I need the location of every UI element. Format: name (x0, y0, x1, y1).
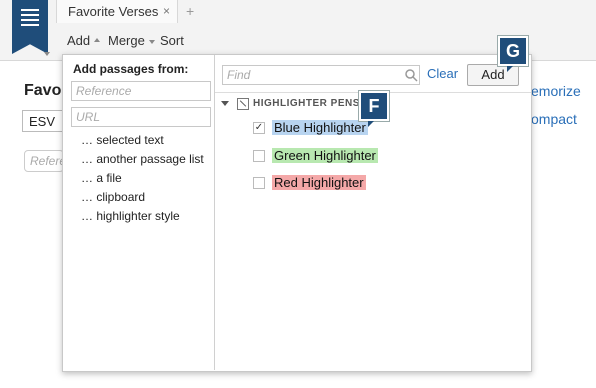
clear-button[interactable]: Clear (427, 66, 458, 81)
callout-g-tail (507, 66, 513, 72)
checkbox[interactable] (253, 150, 265, 162)
search-icon (405, 69, 418, 82)
merge-menu-label: Merge (108, 33, 145, 48)
tab-close-button[interactable]: × (163, 4, 170, 18)
group-checkbox[interactable] (237, 98, 249, 110)
checkbox[interactable] (253, 177, 265, 189)
source-clipboard[interactable]: … clipboard (81, 190, 145, 204)
reference-input[interactable]: Refere (24, 150, 64, 172)
highlighter-label: Blue Highlighter (272, 120, 368, 135)
compact-link[interactable]: ompact (531, 111, 577, 127)
highlighter-label: Green Highlighter (272, 148, 378, 163)
tab-favorite-verses[interactable]: Favorite Verses × (56, 0, 178, 23)
dropdown-heading: Add passages from: (73, 62, 189, 76)
source-selected-text[interactable]: … selected text (81, 133, 164, 147)
library-menu-button[interactable] (12, 0, 48, 54)
new-tab-button[interactable]: + (186, 3, 194, 19)
tab-title: Favorite Verses (68, 4, 159, 19)
callout-g: G (498, 36, 528, 66)
reference-field[interactable]: Reference (71, 81, 211, 101)
url-field[interactable]: URL (71, 107, 211, 127)
highlighter-label: Red Highlighter (272, 175, 366, 190)
source-highlighter-style[interactable]: … highlighter style (81, 209, 180, 223)
collapse-triangle-icon[interactable] (221, 101, 229, 106)
sort-button[interactable]: Sort (160, 33, 184, 48)
source-passage-list[interactable]: … another passage list (81, 152, 204, 166)
menu-icon (21, 9, 39, 27)
merge-menu-button[interactable]: Merge (108, 33, 155, 48)
caret-up-icon (148, 39, 155, 44)
page-title: Favo (24, 82, 62, 99)
caret-up-icon (94, 37, 101, 42)
version-select[interactable]: ESV (22, 110, 66, 132)
find-input[interactable]: Find (222, 65, 420, 85)
source-file[interactable]: … a file (81, 171, 122, 185)
memorize-link[interactable]: emorize (531, 83, 581, 99)
callout-f-tail (368, 121, 374, 127)
group-label: HIGHLIGHTER PENS (253, 98, 360, 109)
add-passages-dropdown: Add passages from: Reference URL … selec… (62, 54, 532, 372)
menu-caret-icon (44, 52, 50, 56)
add-menu-label: Add (67, 33, 91, 48)
callout-f: F (359, 91, 389, 121)
checkbox-checked[interactable]: ✓ (253, 122, 265, 134)
add-menu-button[interactable]: Add (67, 33, 101, 48)
